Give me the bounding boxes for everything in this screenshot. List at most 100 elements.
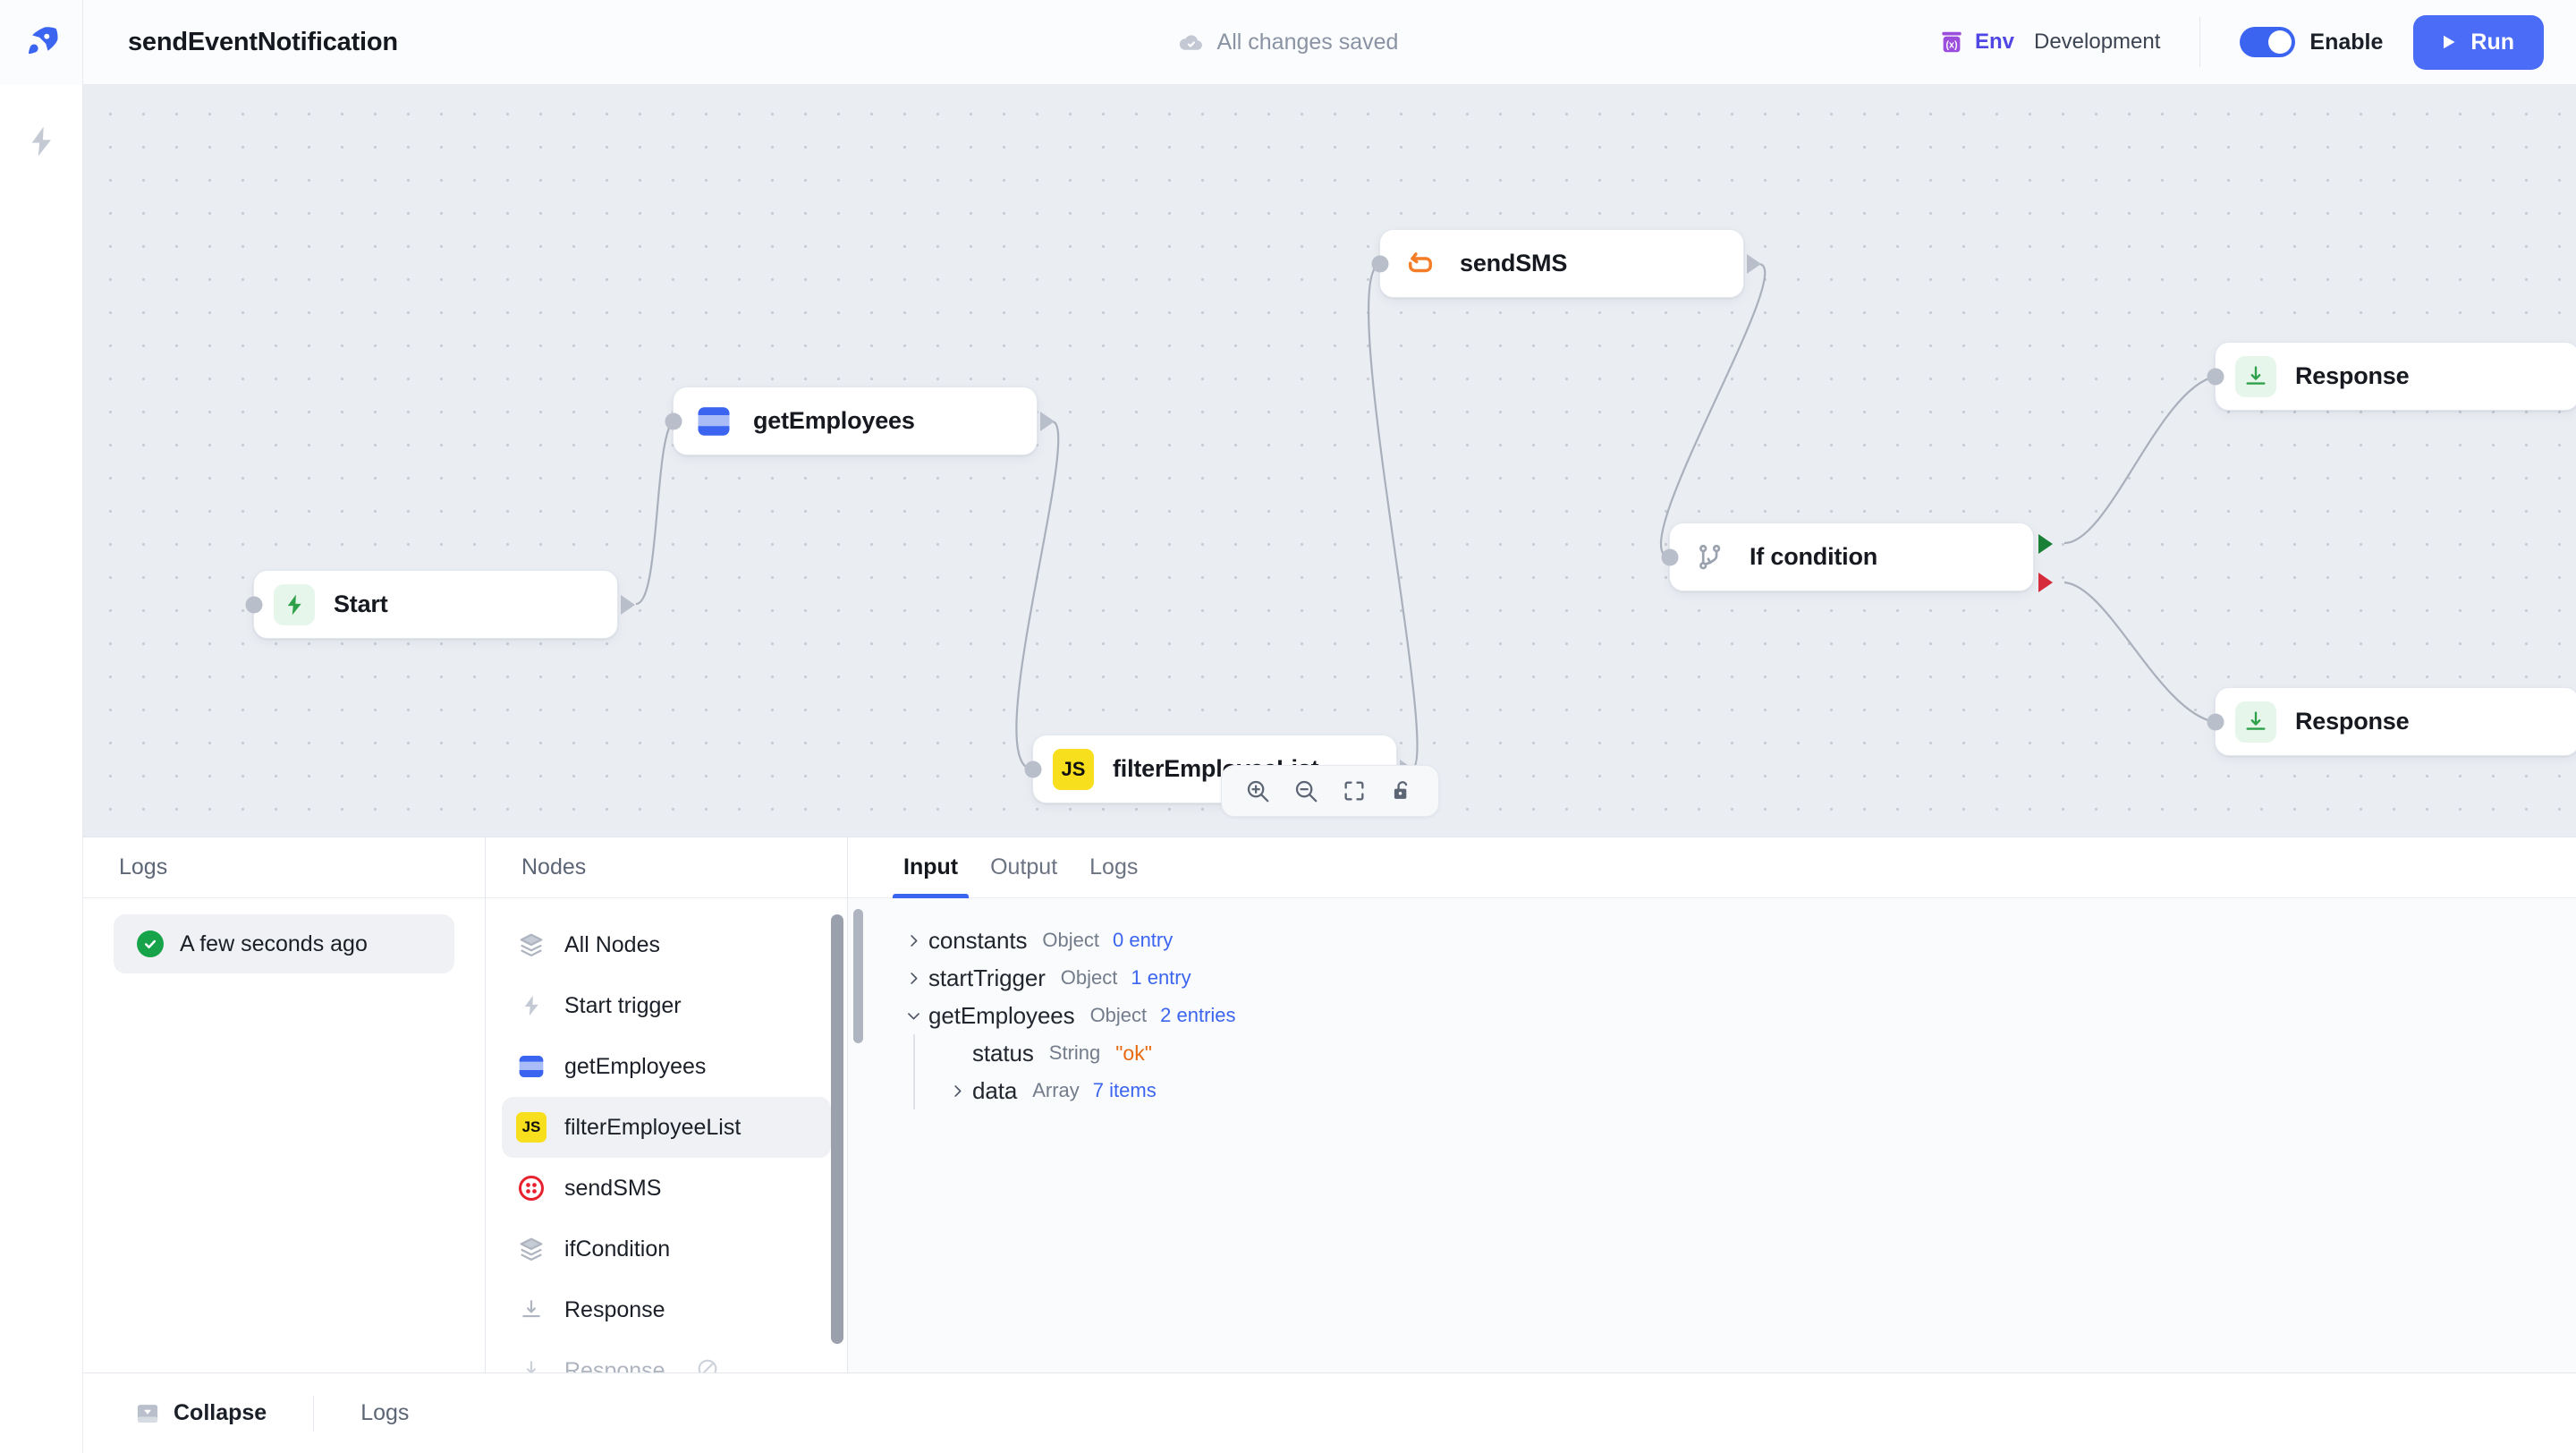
canvas-node-response-bottom[interactable]: Response — [2207, 687, 2576, 756]
node-output-port-false[interactable] — [2038, 573, 2053, 592]
zoom-in-icon — [1247, 780, 1268, 803]
cloud-check-icon — [1179, 35, 1202, 50]
nodes-list-item-ifcondition[interactable]: ifCondition — [502, 1219, 831, 1279]
nodes-list-item-label: filterEmployeeList — [564, 1114, 741, 1140]
run-button[interactable]: Run — [2413, 14, 2544, 70]
zoom-in-button[interactable] — [1236, 769, 1279, 812]
chevron-right-icon[interactable] — [898, 932, 928, 949]
left-rail — [0, 85, 83, 1453]
log-entry[interactable]: A few seconds ago — [114, 914, 454, 973]
rocket-icon — [28, 27, 58, 55]
nodes-list-item-response[interactable]: Response — [502, 1279, 831, 1340]
node-icon-branch — [1690, 537, 1731, 578]
zoom-out-icon — [1295, 780, 1317, 803]
node-output-port[interactable] — [1040, 411, 1055, 431]
lock-canvas-button[interactable] — [1381, 769, 1424, 812]
canvas-node-sendsms[interactable]: sendSMS — [1371, 229, 1761, 298]
json-key: startTrigger — [928, 964, 1046, 991]
chevron-down-icon[interactable] — [898, 1007, 928, 1024]
tab-label: Output — [990, 854, 1058, 879]
canvas-node-label: Response — [2295, 708, 2410, 735]
run-button-label: Run — [2470, 29, 2514, 55]
node-input-port[interactable] — [245, 596, 263, 613]
flow-title: sendEventNotification — [128, 27, 398, 56]
sidebar-item-triggers[interactable] — [21, 121, 62, 162]
main-column: Start getEmployees sendSMS JS filterEmpl… — [83, 85, 2576, 1453]
json-type: Object — [1089, 1004, 1148, 1026]
response-icon — [516, 1295, 547, 1325]
json-node-getemployees[interactable]: getEmployees Object 2 entries — [898, 997, 2576, 1034]
logs-pane: Logs A few seconds ago — [83, 837, 486, 1372]
nodes-scrollbar[interactable] — [831, 914, 843, 1344]
tab-input[interactable]: Input — [887, 837, 974, 898]
chevron-right-icon[interactable] — [942, 1083, 972, 1100]
nodes-list-item-label: getEmployees — [564, 1053, 707, 1079]
node-input-port[interactable] — [2207, 713, 2224, 730]
app-logo[interactable] — [0, 0, 83, 85]
lock-open-icon — [1394, 781, 1407, 799]
nodes-list-item-label: Response — [564, 1296, 665, 1322]
flow-canvas[interactable]: Start getEmployees sendSMS JS filterEmpl… — [83, 85, 2576, 837]
canvas-node-label: Start — [334, 591, 388, 617]
env-value: Development — [2033, 30, 2161, 54]
nodes-list-item-all-nodes[interactable]: All Nodes — [502, 914, 831, 975]
top-bar-actions: (x) Env Development Enable Run — [1938, 14, 2576, 70]
node-input-port[interactable] — [665, 412, 682, 429]
json-key: getEmployees — [928, 1001, 1075, 1029]
nodes-list-item-sendsms[interactable]: sendSMS — [502, 1158, 831, 1219]
canvas-node-start[interactable]: Start — [245, 570, 635, 639]
node-input-port[interactable] — [1371, 255, 1389, 272]
nodes-list-item-response-disabled[interactable]: Response — [502, 1340, 831, 1372]
nodes-list-item-start-trigger[interactable]: Start trigger — [502, 975, 831, 1036]
nodes-list-item-getemployees[interactable]: getEmployees — [502, 1036, 831, 1097]
json-tree-view[interactable]: constants Object 0 entry startTrigger Ob… — [848, 898, 2576, 1372]
canvas-node-label: If condition — [1750, 543, 1878, 570]
json-node-data[interactable]: data Array 7 items — [942, 1072, 2576, 1109]
layers-icon — [516, 1234, 547, 1264]
table-icon — [516, 1051, 547, 1082]
collapse-button[interactable]: Collapse — [115, 1400, 286, 1426]
node-input-port[interactable] — [1661, 548, 1679, 565]
node-output-port[interactable] — [621, 594, 635, 615]
detail-pane: Input Output Logs constants Object 0 ent… — [848, 837, 2576, 1372]
enable-control[interactable]: Enable — [2240, 27, 2383, 57]
js-icon: JS — [516, 1112, 547, 1143]
nodes-pane-header: Nodes — [486, 837, 847, 898]
tab-label: Logs — [1089, 854, 1139, 879]
collapse-button-label: Collapse — [174, 1400, 267, 1425]
node-input-port[interactable] — [1024, 760, 1042, 777]
json-node-constants[interactable]: constants Object 0 entry — [898, 922, 2576, 959]
chevron-right-icon[interactable] — [898, 970, 928, 987]
check-circle-icon — [137, 930, 164, 957]
zoom-out-button[interactable] — [1284, 769, 1327, 812]
node-output-port[interactable] — [1747, 253, 1761, 274]
detail-tabs: Input Output Logs — [848, 837, 2576, 898]
variable-box-icon: (x) — [1942, 31, 1962, 53]
json-node-status[interactable]: status String "ok" — [942, 1034, 2576, 1072]
canvas-node-response-top[interactable]: Response — [2207, 342, 2576, 411]
lightning-bolt-icon — [31, 126, 51, 157]
collapse-panel-icon — [137, 1404, 158, 1423]
nodes-pane-body[interactable]: All Nodes Start trigger getEmployees JS … — [486, 898, 847, 1372]
json-node-starttrigger[interactable]: startTrigger Object 1 entry — [898, 959, 2576, 997]
json-scrollbar[interactable] — [853, 909, 863, 1043]
nodes-pane: Nodes All Nodes Start trigger getEmploye… — [486, 837, 848, 1372]
json-count: 1 entry — [1131, 966, 1191, 989]
tab-output[interactable]: Output — [974, 837, 1073, 897]
json-type: Object — [1042, 929, 1099, 951]
node-input-port[interactable] — [2207, 368, 2224, 385]
node-output-port-true[interactable] — [2038, 534, 2053, 554]
nodes-list-item-filteremployeelist[interactable]: JS filterEmployeeList — [502, 1097, 831, 1158]
canvas-node-ifcondition[interactable]: If condition — [1661, 523, 2053, 592]
footer-logs-button[interactable]: Logs — [341, 1400, 428, 1426]
enable-toggle[interactable] — [2240, 27, 2296, 57]
nodes-list-item-label: sendSMS — [564, 1175, 662, 1201]
env-selector[interactable]: (x) Env Development — [1938, 29, 2160, 55]
tab-logs[interactable]: Logs — [1073, 837, 1154, 897]
response-icon — [516, 1355, 547, 1372]
fit-view-button[interactable] — [1333, 769, 1376, 812]
node-icon-response — [2235, 355, 2276, 397]
top-bar: sendEventNotification All changes saved … — [0, 0, 2576, 85]
save-status: All changes saved — [1178, 29, 1398, 55]
canvas-node-getemployees[interactable]: getEmployees — [665, 387, 1055, 455]
